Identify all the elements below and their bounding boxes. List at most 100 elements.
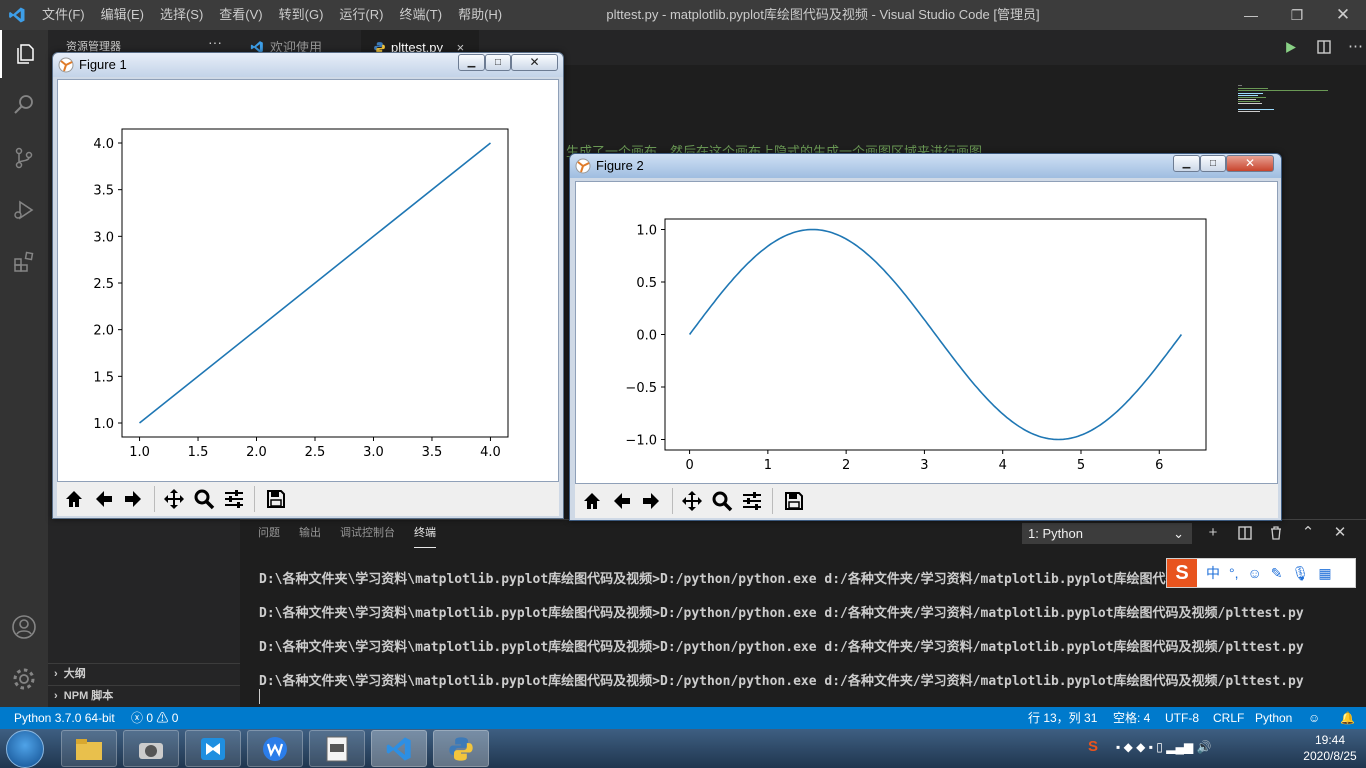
settings-gear-icon[interactable] — [0, 655, 48, 703]
close-panel-icon[interactable]: ✕ — [1329, 522, 1351, 544]
account-icon[interactable] — [0, 603, 48, 651]
minimize-button[interactable]: — — [1228, 0, 1274, 30]
close-window-button[interactable]: ✕ — [1320, 0, 1366, 30]
menu-help[interactable]: 帮助(H) — [450, 0, 510, 30]
panel-tab-output[interactable]: 输出 — [299, 520, 321, 548]
taskbar-book-icon[interactable] — [185, 730, 241, 767]
figure1-maximize-button[interactable]: □ — [485, 54, 511, 71]
sidebar-section-outline[interactable]: › 大纲 — [48, 663, 240, 685]
split-editor-icon[interactable] — [1317, 40, 1331, 54]
pan-move-icon[interactable] — [679, 487, 705, 514]
back-arrow-icon[interactable] — [91, 485, 117, 512]
extensions-icon[interactable] — [0, 238, 48, 286]
cursor-position[interactable]: 行 13，列 31 — [1028, 707, 1097, 729]
microphone-icon[interactable]: 🎙 — [1292, 565, 1310, 582]
run-debug-icon[interactable] — [0, 186, 48, 234]
pan-move-icon[interactable] — [161, 485, 187, 512]
new-terminal-icon[interactable]: + — [1202, 522, 1224, 544]
zoom-magnifier-icon[interactable] — [709, 487, 735, 514]
panel-tab-problems[interactable]: 问题 — [258, 520, 280, 548]
encoding[interactable]: UTF-8 — [1165, 707, 1199, 729]
notifications-bell-icon[interactable]: 🔔 — [1340, 707, 1355, 729]
x-tick-label: 2.0 — [246, 445, 267, 460]
save-disk-icon[interactable] — [781, 487, 807, 514]
figure2-maximize-button[interactable]: □ — [1200, 155, 1226, 172]
sogou-tray-icon[interactable]: S — [1088, 738, 1098, 755]
taskbar-explorer-icon[interactable] — [61, 730, 117, 767]
figure2-titlebar[interactable]: Figure 2 ▁ □ ✕ — [570, 154, 1281, 178]
maximize-panel-icon[interactable]: ⌃ — [1297, 522, 1319, 544]
sogou-logo-icon[interactable]: S — [1167, 559, 1197, 587]
series-line — [688, 228, 1183, 441]
configure-subplots-icon[interactable] — [739, 487, 765, 514]
more-actions-icon[interactable]: ⋯ — [1348, 37, 1363, 55]
menu-selection[interactable]: 选择(S) — [152, 0, 211, 30]
taskbar-camera-icon[interactable] — [123, 730, 179, 767]
home-icon[interactable] — [579, 487, 605, 514]
explorer-icon[interactable] — [0, 30, 48, 78]
save-disk-icon[interactable] — [263, 485, 289, 512]
editor-actions: ⋯ — [1256, 30, 1366, 65]
terminal-line: D:\各种文件夹\学习资料\matplotlib.pyplot库绘图代码及视频>… — [259, 640, 1304, 655]
terminal-panel: 问题 输出 调试控制台 终端 1: Python ⌄ + ⌃ ✕ D:\各种文件… — [240, 519, 1366, 707]
zoom-magnifier-icon[interactable] — [191, 485, 217, 512]
emoji-icon[interactable]: ☺ — [1248, 565, 1262, 581]
source-control-icon[interactable] — [0, 134, 48, 182]
menu-edit[interactable]: 编辑(E) — [93, 0, 152, 30]
taskbar-python-icon[interactable] — [433, 730, 489, 767]
title-bar: 文件(F) 编辑(E) 选择(S) 查看(V) 转到(G) 运行(R) 终端(T… — [0, 0, 1366, 30]
terminal-line: D:\各种文件夹\学习资料\matplotlib.pyplot库绘图代码及视频>… — [259, 606, 1304, 621]
matplotlib-icon — [575, 158, 591, 174]
ime-mode[interactable]: 中 — [1206, 563, 1220, 583]
figure1-minimize-button[interactable]: ▁ — [458, 54, 485, 71]
indentation[interactable]: 空格: 4 — [1113, 707, 1150, 729]
skin-icon[interactable]: ✎ — [1271, 565, 1283, 582]
end-of-line[interactable]: CRLF — [1213, 707, 1244, 729]
x-tick-label: 4.0 — [480, 445, 501, 460]
configure-subplots-icon[interactable] — [221, 485, 247, 512]
search-icon[interactable] — [0, 80, 48, 128]
ime-punct[interactable]: °, — [1229, 565, 1239, 581]
menu-view[interactable]: 查看(V) — [211, 0, 270, 30]
home-icon[interactable] — [61, 485, 87, 512]
figure1-close-button[interactable]: ✕ — [511, 54, 558, 71]
system-clock[interactable]: 19:44 2020/8/25 — [1300, 732, 1360, 764]
trash-icon[interactable] — [1265, 522, 1287, 544]
taskbar-vscode-icon[interactable] — [371, 730, 427, 767]
more-actions-icon[interactable]: ··· — [208, 34, 222, 50]
taskbar-wps-icon[interactable] — [247, 730, 303, 767]
chevron-right-icon: › — [54, 690, 58, 702]
x-tick-label: 6 — [1155, 458, 1163, 473]
restore-button[interactable]: ❐ — [1274, 0, 1320, 30]
menu-file[interactable]: 文件(F) — [34, 0, 93, 30]
menu-terminal[interactable]: 终端(T) — [391, 0, 450, 30]
figure2-close-button[interactable]: ✕ — [1226, 155, 1274, 172]
language-mode[interactable]: Python — [1255, 707, 1292, 729]
forward-arrow-icon[interactable] — [638, 487, 664, 514]
panel-tab-terminal[interactable]: 终端 — [414, 520, 436, 548]
y-tick-label: −0.5 — [625, 381, 657, 396]
x-tick-label: 1.5 — [188, 445, 209, 460]
python-interpreter[interactable]: Python 3.7.0 64-bit — [14, 707, 115, 729]
status-bar: Python 3.7.0 64-bit ⓧ 0 ⚠ 0 行 13，列 31 空格… — [0, 707, 1366, 729]
problems-status[interactable]: ⓧ 0 ⚠ 0 — [131, 707, 178, 729]
menu-go[interactable]: 转到(G) — [271, 0, 332, 30]
warning-icon: ⚠ — [156, 711, 169, 725]
feedback-icon[interactable]: ☺ — [1308, 707, 1320, 729]
x-tick-label: 5 — [1077, 458, 1085, 473]
start-button[interactable] — [6, 730, 44, 768]
toolbox-icon[interactable]: ▦ — [1318, 565, 1331, 582]
forward-arrow-icon[interactable] — [120, 485, 146, 512]
back-arrow-icon[interactable] — [609, 487, 635, 514]
sidebar-section-npm[interactable]: › NPM 脚本 — [48, 685, 240, 707]
terminal-select[interactable]: 1: Python ⌄ — [1022, 523, 1192, 544]
figure2-minimize-button[interactable]: ▁ — [1173, 155, 1200, 172]
panel-tab-debug-console[interactable]: 调试控制台 — [340, 520, 395, 548]
tray-icons[interactable]: ▪ ◆ ◆ ▪ ▯ ▂▄▆ 🔊 — [1116, 740, 1211, 754]
split-terminal-icon[interactable] — [1234, 522, 1256, 544]
menu-run[interactable]: 运行(R) — [331, 0, 391, 30]
figure1-canvas: 1.0 1.5 2.0 2.5 3.0 3.5 4.0 1.0 1.5 2.0 2.5 3.0 3.5 4… — [57, 79, 559, 482]
taskbar-notepad-icon[interactable] — [309, 730, 365, 767]
figure1-titlebar[interactable]: Figure 1 ▁ □ ✕ — [53, 53, 563, 77]
run-python-icon[interactable] — [1284, 41, 1297, 54]
